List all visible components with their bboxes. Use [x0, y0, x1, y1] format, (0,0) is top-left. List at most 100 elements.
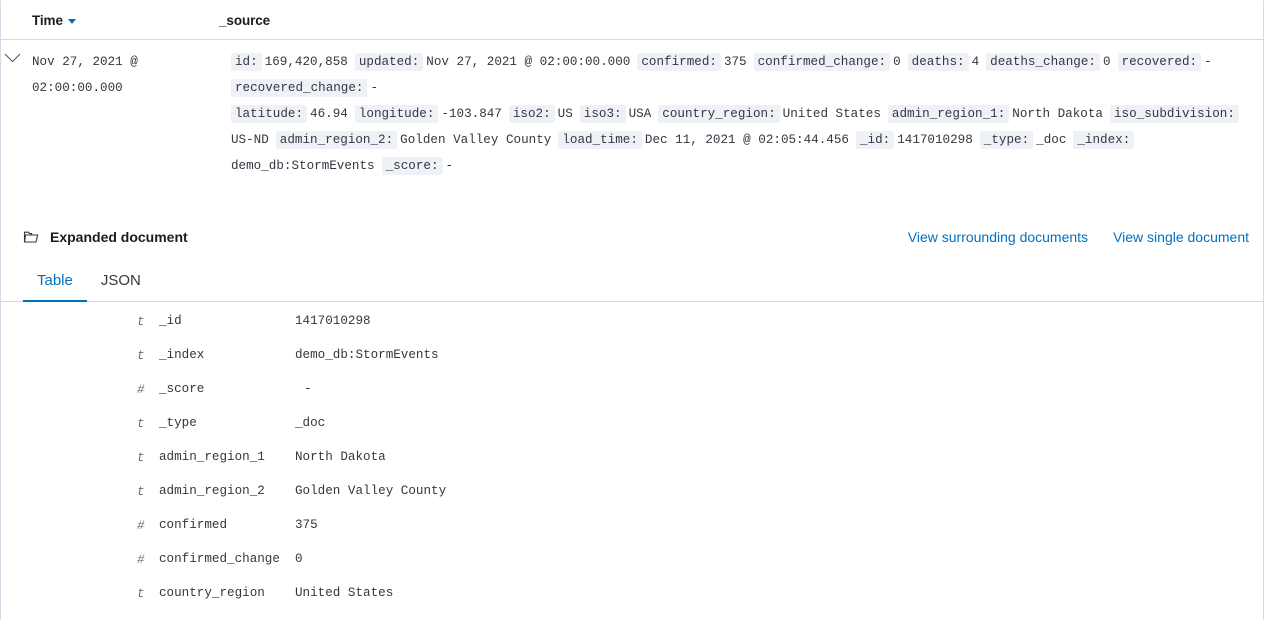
expanded-document-tabs: Table JSON	[1, 266, 1263, 302]
field-name: admin_region_2	[159, 484, 265, 498]
source-field-key: admin_region_1:	[887, 105, 1010, 123]
source-field-value: North Dakota	[1012, 107, 1103, 121]
source-field-key: confirmed_change:	[753, 53, 891, 71]
document-fields-table: t _id 1417010298 t _index demo_db:StormEvents…	[1, 302, 1263, 620]
source-field-key: updated:	[354, 53, 424, 71]
string-field-icon: t	[137, 587, 145, 601]
source-field-key: admin_region_2:	[275, 131, 398, 149]
field-name: _type	[159, 416, 197, 430]
source-field-key: id:	[231, 53, 262, 71]
field-name: _index	[159, 348, 205, 362]
field-row: # _score -	[1, 382, 1263, 416]
field-name: admin_region_1	[159, 450, 265, 464]
field-row: # confirmed 375	[1, 518, 1263, 552]
source-field-key: confirmed:	[637, 53, 721, 71]
column-header-source-label: _source	[219, 12, 271, 28]
table-row: Nov 27, 2021 @ 02:00:00.000 id: 169,420,8…	[1, 40, 1263, 194]
source-field-value: 1417010298	[897, 133, 973, 147]
field-row: t _type _doc	[1, 416, 1263, 450]
source-field-value: -	[1204, 55, 1212, 69]
cell-source: id: 169,420,858 updated: Nov 27, 2021 @ 02:…	[231, 49, 1263, 179]
field-name: _score	[159, 382, 205, 396]
source-field-key: recovered:	[1117, 53, 1202, 71]
number-field-icon: #	[137, 553, 145, 567]
source-field-key: country_region:	[658, 105, 780, 123]
string-field-icon: t	[137, 315, 145, 329]
field-value: United States	[295, 586, 394, 600]
field-row: t _index demo_db:StormEvents	[1, 348, 1263, 382]
column-header-time[interactable]: Time	[11, 13, 219, 28]
source-field-value: demo_db:StormEvents	[231, 159, 375, 173]
field-value: 375	[295, 518, 318, 532]
expand-row-button[interactable]	[1, 46, 23, 179]
source-field-value: -	[370, 81, 379, 95]
string-field-icon: t	[137, 451, 145, 465]
source-field-key: iso2:	[508, 105, 555, 123]
tab-json[interactable]: JSON	[87, 266, 155, 302]
field-value: 0	[295, 552, 303, 566]
field-name: confirmed_change	[159, 552, 280, 566]
source-field-key: _id:	[855, 131, 895, 149]
source-field-value: 375	[723, 55, 747, 69]
chevron-down-icon	[4, 46, 20, 63]
expanded-document-panel: Expanded document View surrounding docum…	[1, 217, 1263, 620]
string-field-icon: t	[137, 485, 145, 499]
field-row: t admin_region_1 North Dakota	[1, 450, 1263, 484]
field-value: _doc	[295, 416, 326, 430]
caret-down-icon[interactable]	[67, 19, 76, 24]
source-field-value: -103.847	[441, 107, 502, 121]
field-value: Golden Valley County	[295, 484, 447, 498]
source-field-value: 0	[893, 55, 901, 69]
field-name: country_region	[159, 586, 265, 600]
cell-time: Nov 27, 2021 @ 02:00:00.000	[32, 55, 138, 95]
source-field-key: recovered_change:	[231, 79, 368, 97]
expanded-document-actions: View surrounding documents View single d…	[908, 229, 1249, 245]
field-value: -	[304, 382, 312, 396]
source-field-key: _index:	[1073, 131, 1135, 149]
source-field-key: _type:	[979, 131, 1034, 149]
field-name: confirmed	[159, 518, 228, 532]
view-surrounding-documents-link[interactable]: View surrounding documents	[908, 229, 1088, 245]
field-row: t country_region United States	[1, 586, 1263, 620]
source-field-value: 169,420,858	[264, 55, 348, 69]
table-header-row: Time _source	[1, 1, 1263, 40]
documents-table: Time _source Nov 27, 2021 @ 02:00:00.000…	[0, 0, 1264, 620]
column-header-source[interactable]: _source	[219, 13, 270, 28]
string-field-icon: t	[137, 417, 145, 431]
field-row: t admin_region_2 Golden Valley County	[1, 484, 1263, 518]
expanded-document-title: Expanded document	[23, 229, 188, 245]
string-field-icon: t	[137, 349, 145, 363]
source-field-value: 0	[1102, 55, 1111, 69]
source-field-key: deaths:	[907, 53, 969, 71]
field-name: _id	[159, 314, 182, 328]
source-field-key: iso_subdivision:	[1109, 105, 1239, 123]
source-field-value: Golden Valley County	[400, 133, 552, 147]
field-value: North Dakota	[295, 450, 386, 464]
source-field-value: Dec 11, 2021 @ 02:05:44.456	[644, 133, 849, 147]
source-field-value: -	[445, 159, 454, 173]
source-field-value: United States	[782, 107, 881, 121]
number-field-icon: #	[137, 383, 145, 397]
view-single-document-link[interactable]: View single document	[1113, 229, 1249, 245]
source-field-key: load_time:	[558, 131, 642, 149]
source-field-value: _doc	[1036, 133, 1067, 147]
source-field-value: Nov 27, 2021 @ 02:00:00.000	[426, 55, 631, 69]
source-field-key: deaths_change:	[986, 53, 1100, 71]
source-field-value: 46.94	[310, 107, 348, 121]
field-row: t _id 1417010298	[1, 314, 1263, 348]
folder-open-icon	[23, 229, 39, 245]
tab-table[interactable]: Table	[23, 266, 87, 302]
source-field-key: longitude:	[354, 105, 439, 123]
column-header-time-label: Time	[32, 12, 63, 28]
source-field-value: US-ND	[231, 133, 269, 147]
source-field-value: USA	[628, 107, 652, 121]
source-field-value: US	[557, 107, 573, 121]
expanded-document-header: Expanded document View surrounding docum…	[1, 217, 1263, 257]
source-field-key: iso3:	[579, 105, 626, 123]
field-value: 1417010298	[295, 314, 371, 328]
number-field-icon: #	[137, 519, 145, 533]
source-field-key: latitude:	[231, 105, 308, 123]
source-field-key: _score:	[381, 157, 443, 175]
source-field-value: 4	[971, 55, 980, 69]
field-value: demo_db:StormEvents	[295, 348, 439, 362]
